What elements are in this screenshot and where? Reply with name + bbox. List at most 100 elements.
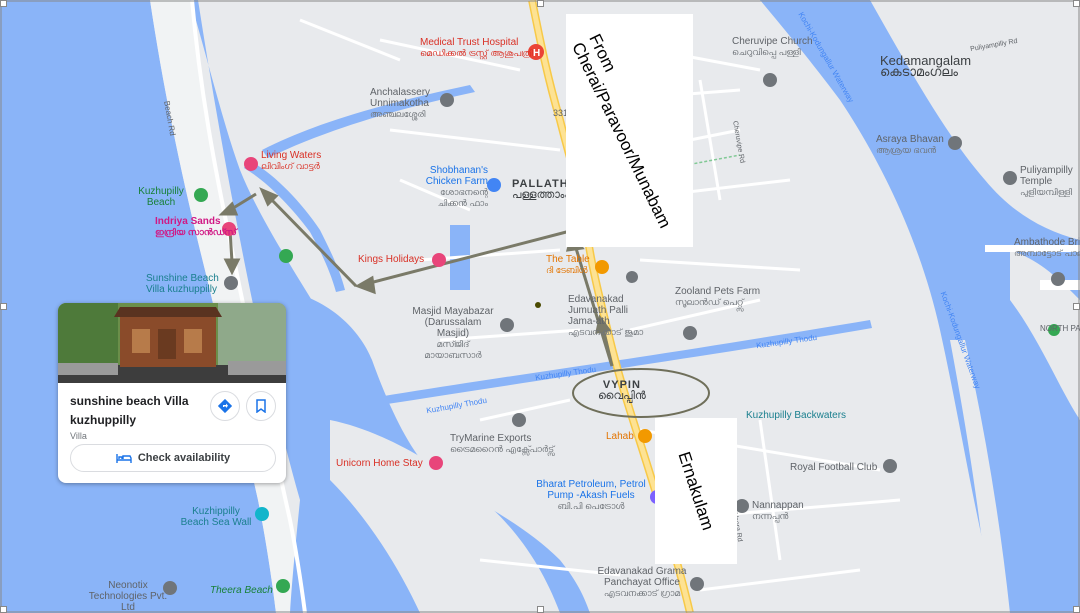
zooland-name: Zooland Pets Farm bbox=[675, 286, 761, 297]
puliyampilly-name: Puliyampilly Temple bbox=[1020, 165, 1073, 187]
bharat-name-ml: ബി.പി പെട്രോൾ bbox=[557, 501, 625, 511]
resize-handle-tm[interactable] bbox=[537, 0, 544, 7]
directions-icon bbox=[218, 399, 232, 413]
resize-handle-ml[interactable] bbox=[0, 303, 7, 310]
shobhanans-label[interactable]: Shobhanan's Chicken Farm ശോഭനന്റെ ചിക്കൻ… bbox=[420, 165, 488, 209]
masjid-name: Masjid Mayabazar (Darussalam Masjid) bbox=[412, 306, 494, 339]
asraya-name: Asraya Bhavan bbox=[876, 134, 944, 145]
edavanakad-juma-label[interactable]: Edavanakad Jumuath Palli Jama-ath എടവനക്… bbox=[568, 294, 658, 338]
bharat-label[interactable]: Bharat Petroleum, Petrol Pump -Akash Fue… bbox=[532, 479, 650, 512]
resize-handle-tl[interactable] bbox=[0, 0, 7, 7]
north-pa-name: NORTH PA bbox=[1040, 324, 1080, 333]
living-waters-name-ml: ലിവിംഗ് വാട്ടർ bbox=[261, 161, 320, 171]
kuzhupilly-beach-name: Kuzhupilly Beach bbox=[138, 186, 184, 208]
trymarine-name-ml: ട്രൈമറൈൻ എക്സ്പോർട്സ് bbox=[450, 444, 555, 454]
town-kedamangalam[interactable]: Kedamangalam കെടാമംഗലം bbox=[880, 54, 971, 79]
church-name: Cheruvipe Church bbox=[732, 36, 813, 47]
anchalassery-name: Anchalassery Unnimakotha bbox=[370, 87, 431, 109]
asraya-label[interactable]: Asraya Bhavan ആശ്രയ ഭവൻ bbox=[876, 134, 944, 156]
neonotix-name: Neonotix Technologies Pvt. Ltd bbox=[88, 580, 168, 613]
edavanakad-juma-name-ml: എടവനക്കാട് ജുമാ bbox=[568, 327, 644, 337]
kuzhupilly-beach-label[interactable]: Kuzhupilly Beach bbox=[132, 186, 190, 208]
unicorn-name: Unicorn Home Stay bbox=[336, 458, 423, 469]
ernakulam-annotation: Ernakulam bbox=[655, 418, 737, 564]
living-waters-name: Living Waters bbox=[261, 150, 322, 161]
ambathode-name-ml: അമ്പാട്ടോട് പാലം bbox=[1014, 248, 1080, 258]
indriya-sands-name-ml: ഇന്ദ്രിയ സാൻഡ്സ് bbox=[155, 227, 237, 237]
from-annotation: From Cherai/Paravoor/Munabam bbox=[566, 14, 693, 247]
asraya-name-ml: ആശ്രയ ഭവൻ bbox=[876, 145, 937, 155]
grama-name-ml: എടവനക്കാട് ഗ്രാമ bbox=[603, 588, 681, 598]
directions-button[interactable] bbox=[210, 391, 240, 421]
puliyampilly-label[interactable]: Puliyampilly Temple പുളിയമ്പിള്ളി bbox=[1020, 165, 1080, 198]
kings-holidays-label[interactable]: Kings Holidays bbox=[358, 254, 424, 265]
church-label[interactable]: Cheruvipe Church ചെറുവിപ്പെ പള്ളി bbox=[732, 36, 813, 58]
unicorn-label[interactable]: Unicorn Home Stay bbox=[336, 458, 423, 469]
royal-label[interactable]: Royal Football Club bbox=[790, 462, 877, 473]
resize-handle-tr[interactable] bbox=[1073, 0, 1080, 7]
ernakulam-annotation-text: Ernakulam bbox=[674, 449, 718, 533]
shobhanans-name-ml: ശോഭനന്റെ ചിക്കൻ ഫാം bbox=[437, 187, 488, 208]
seawall-name: Kuzhippilly Beach Sea Wall bbox=[180, 506, 252, 528]
resize-handle-mr[interactable] bbox=[1073, 303, 1080, 310]
bharat-name: Bharat Petroleum, Petrol Pump -Akash Fue… bbox=[536, 479, 646, 501]
check-availability-label: Check availability bbox=[137, 452, 231, 464]
kuzhupilly-backwaters-label[interactable]: Kuzhupilly Backwaters bbox=[746, 410, 846, 421]
royal-name: Royal Football Club bbox=[790, 462, 878, 473]
neonotix-label[interactable]: Neonotix Technologies Pvt. Ltd bbox=[88, 580, 168, 613]
sunshine-map-label[interactable]: Sunshine Beach Villa kuzhuppilly bbox=[146, 273, 226, 295]
ambathode-name: Ambathode Bridge bbox=[1014, 237, 1080, 248]
kings-holidays-name: Kings Holidays bbox=[358, 254, 425, 265]
ambathode-label[interactable]: Ambathode Bridge അമ്പാട്ടോട് പാലം bbox=[1014, 237, 1080, 259]
hospital-name-ml: മെഡിക്കൽ ട്രസ്റ്റ് ആശുപത്രി bbox=[420, 48, 534, 58]
edavanakad-juma-name: Edavanakad Jumuath Palli Jama-ath bbox=[568, 294, 629, 327]
zooland-label[interactable]: Zooland Pets Farm സൂലാൻഡ് പെറ്റ്സ് bbox=[675, 286, 760, 308]
save-button[interactable] bbox=[246, 391, 276, 421]
town-name-ml: കെടാമംഗലം bbox=[880, 64, 958, 79]
bed-icon bbox=[116, 454, 132, 463]
trymarine-label[interactable]: TryMarine Exports ട്രൈമറൈൻ എക്സ്പോർട്സ് bbox=[450, 433, 554, 455]
resize-handle-bm[interactable] bbox=[537, 606, 544, 613]
edavanakad-grama-label[interactable]: Edavanakad Grama Panchayat Office എടവനക്… bbox=[592, 566, 692, 599]
shobhanans-name: Shobhanan's Chicken Farm bbox=[425, 165, 488, 187]
lahab-name: Lahab bbox=[606, 431, 634, 442]
place-type: Villa bbox=[70, 431, 87, 441]
living-waters-label[interactable]: Living Waters ലിവിംഗ് വാട്ടർ bbox=[261, 150, 321, 172]
nannappan-name: Nannappan bbox=[752, 500, 804, 511]
backwaters-name: Kuzhupilly Backwaters bbox=[746, 410, 847, 421]
masjid-name-ml: മസ്ജിദ് മായാബസാർ bbox=[424, 339, 482, 360]
place-title[interactable]: sunshine beach Villa kuzhuppilly bbox=[70, 392, 210, 430]
theera-label[interactable]: Theera Beach bbox=[210, 585, 273, 596]
town-name-ml: വൈപ്പിൻ bbox=[598, 390, 646, 402]
sunshine-map-name: Sunshine Beach Villa kuzhuppilly bbox=[146, 273, 219, 295]
anchalassery-label[interactable]: Anchalassery Unnimakotha അഞ്ചലശ്ശേരി bbox=[370, 87, 440, 120]
from-annotation-text: From Cherai/Paravoor/Munabam bbox=[567, 30, 675, 231]
hospital-label[interactable]: Medical Trust Hospital മെഡിക്കൽ ട്രസ്റ്റ… bbox=[420, 37, 533, 59]
theera-name: Theera Beach bbox=[210, 585, 273, 596]
bookmark-icon bbox=[256, 399, 266, 413]
resize-handle-bl[interactable] bbox=[0, 606, 7, 613]
indriya-sands-name: Indriya Sands bbox=[155, 216, 221, 227]
trymarine-name: TryMarine Exports bbox=[450, 433, 532, 444]
place-photo[interactable] bbox=[58, 303, 286, 383]
check-availability-button[interactable]: Check availability bbox=[70, 444, 276, 472]
the-table-name-ml: ദി ടേബിൾ bbox=[546, 265, 588, 275]
lahab-label[interactable]: Lahab bbox=[606, 431, 634, 442]
seawall-label[interactable]: Kuzhippilly Beach Sea Wall bbox=[178, 506, 254, 528]
place-card[interactable]: sunshine beach Villa kuzhuppilly Villa C… bbox=[58, 303, 286, 483]
the-table-label[interactable]: The Table ദി ടേബിൾ bbox=[546, 254, 590, 276]
masjid-label[interactable]: Masjid Mayabazar (Darussalam Masjid) മസ്… bbox=[408, 306, 498, 361]
svg-text:H: H bbox=[533, 48, 540, 59]
resize-handle-br[interactable] bbox=[1073, 606, 1080, 613]
north-pa-label: NORTH PA bbox=[1040, 323, 1080, 334]
grama-name: Edavanakad Grama Panchayat Office bbox=[597, 566, 687, 588]
nannappan-label[interactable]: Nannappan നന്നപ്പൻ bbox=[752, 500, 804, 522]
the-table-name: The Table bbox=[546, 254, 590, 265]
puliyampilly-name-ml: പുളിയമ്പിള്ളി bbox=[1020, 187, 1073, 197]
hospital-name: Medical Trust Hospital bbox=[420, 37, 519, 48]
town-vypin[interactable]: VYPIN വൈപ്പിൻ bbox=[598, 380, 646, 402]
zooland-name-ml: സൂലാൻഡ് പെറ്റ്സ് bbox=[675, 297, 744, 307]
nannappan-name-ml: നന്നപ്പൻ bbox=[752, 511, 789, 521]
indriya-sands-label[interactable]: Indriya Sands ഇന്ദ്രിയ സാൻഡ്സ് bbox=[155, 216, 237, 238]
anchalassery-name-ml: അഞ്ചലശ്ശേരി bbox=[370, 109, 426, 119]
